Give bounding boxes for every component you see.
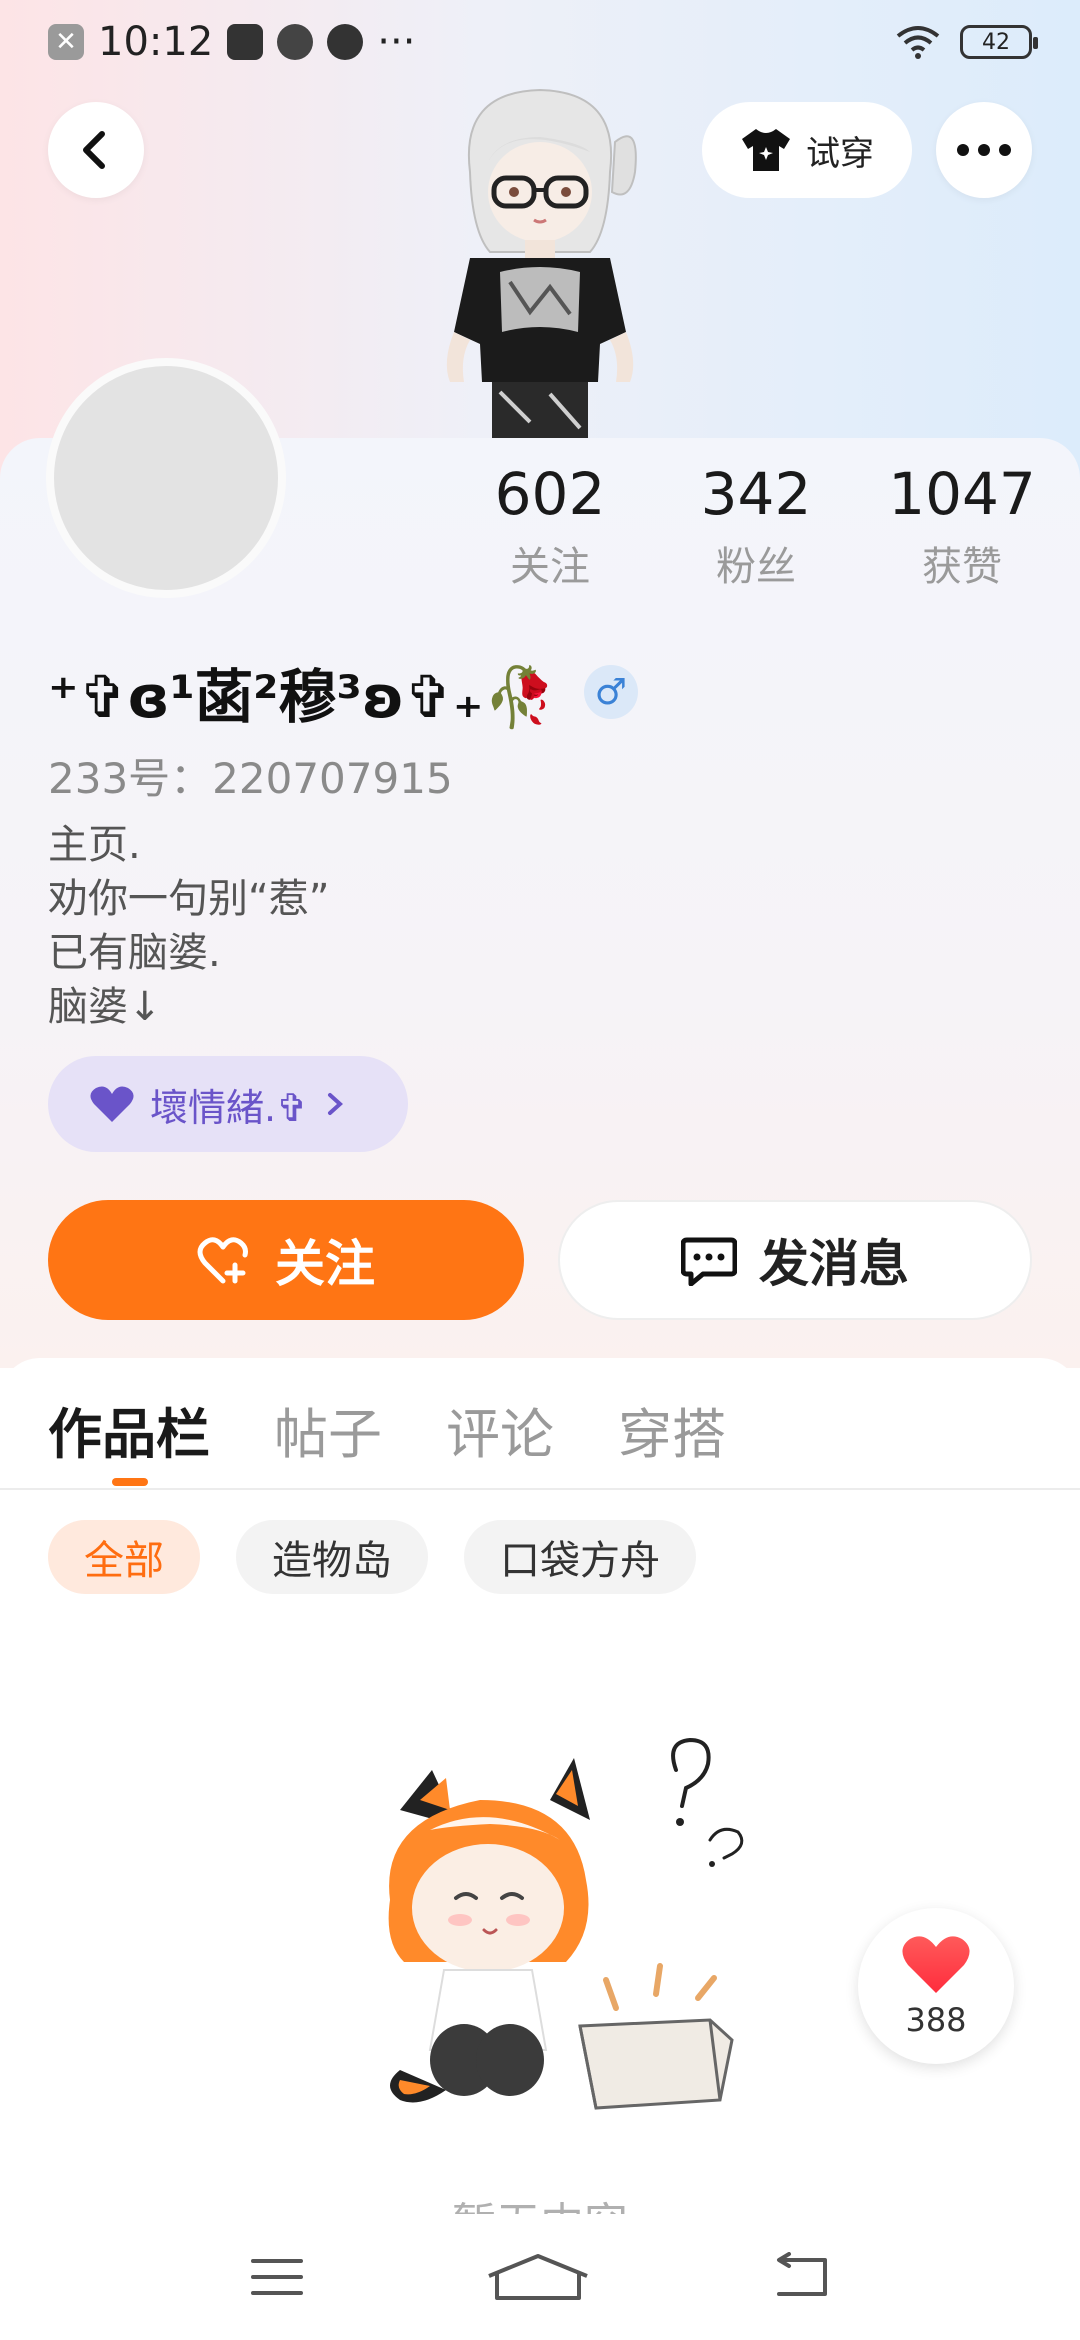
chevron-right-icon [327, 1093, 343, 1115]
back-button[interactable] [48, 102, 144, 198]
chat-bubble-icon [681, 1237, 737, 1286]
bio-line: 劝你一句别“惹” [48, 876, 330, 922]
battery-level: 42 [982, 29, 1010, 55]
followers-label: 粉丝 [716, 544, 796, 590]
tab-posts[interactable]: 帖子 [274, 1390, 382, 1469]
filter-chips: 全部 造物岛 口袋方舟 [48, 1520, 696, 1594]
bio: 主页. 劝你一句别“惹” 已有脑婆. 脑婆↓ [48, 818, 329, 1034]
likes-count: 1047 [888, 460, 1036, 528]
music-app-icon [227, 24, 264, 60]
mood-tag[interactable]: 壞情緒.✞ [48, 1056, 408, 1152]
male-gender-icon: ♂ [583, 665, 638, 719]
status-time: 10:12 [98, 19, 214, 65]
status-left: ✕ 10:12 ··· [48, 19, 415, 65]
chat-app-icon [327, 24, 364, 60]
stat-following[interactable]: 602 关注 [470, 460, 630, 592]
tab-comments[interactable]: 评论 [446, 1390, 554, 1469]
try-on-button[interactable]: 试穿 [702, 102, 912, 198]
character-avatar-image[interactable] [430, 82, 650, 442]
back-nav-icon[interactable] [771, 2252, 831, 2302]
follow-label: 关注 [275, 1235, 375, 1293]
tab-works[interactable]: 作品栏 [48, 1390, 210, 1469]
followers-count: 342 [700, 460, 812, 528]
stat-followers[interactable]: 342 粉丝 [676, 460, 836, 592]
menu-icon[interactable] [249, 2255, 305, 2299]
try-on-label: 试穿 [806, 133, 874, 174]
home-icon[interactable] [483, 2252, 593, 2302]
profile-tabs: 作品栏 帖子 评论 穿搭 [48, 1390, 726, 1469]
bio-line: 已有脑婆. [48, 930, 221, 976]
avatar[interactable] [46, 358, 286, 598]
tshirt-icon [742, 129, 790, 171]
bio-line: 脑婆↓ [48, 984, 162, 1030]
following-count: 602 [494, 460, 606, 528]
chip-pocket-ark[interactable]: 口袋方舟 [464, 1520, 696, 1594]
likes-label: 获赞 [922, 544, 1002, 590]
username-row: ⁺✞ɞ¹菡²穆³ʚ✞₊🥀 ♂ [48, 650, 638, 734]
system-nav-bar [0, 2214, 1080, 2340]
more-options-button[interactable] [936, 102, 1032, 198]
status-right: 42 [894, 24, 1038, 60]
chevron-left-icon [83, 131, 105, 169]
like-float-button[interactable]: 388 [858, 1908, 1014, 2064]
cat-app-icon [277, 24, 314, 60]
mood-tag-label: 壞情緒.✞ [150, 1085, 308, 1130]
status-bar: ✕ 10:12 ··· 42 [0, 0, 1080, 84]
bio-line: 主页. [48, 822, 141, 868]
active-tab-indicator [112, 1478, 148, 1486]
chip-all[interactable]: 全部 [48, 1520, 200, 1594]
more-dots-icon [957, 144, 1011, 156]
battery-indicator: 42 [960, 25, 1038, 59]
close-notification-icon: ✕ [48, 24, 84, 60]
heart-filled-icon [902, 1936, 970, 1993]
more-notifications-icon: ··· [377, 19, 416, 65]
follow-button[interactable]: 关注 [48, 1200, 524, 1320]
send-message-label: 发消息 [759, 1235, 909, 1293]
username: ⁺✞ɞ¹菡²穆³ʚ✞₊🥀 [48, 663, 556, 731]
like-count: 388 [905, 2001, 967, 2039]
stat-likes[interactable]: 1047 获赞 [882, 460, 1042, 592]
user-id[interactable]: 233号：220707915 [48, 745, 453, 806]
chip-creation-island[interactable]: 造物岛 [236, 1520, 428, 1594]
wifi-icon [896, 26, 940, 59]
empty-state-illustration [388, 1737, 744, 2110]
tab-outfits[interactable]: 穿搭 [618, 1390, 726, 1469]
tabs-divider [0, 1488, 1080, 1490]
following-label: 关注 [510, 544, 590, 590]
heart-icon [90, 1086, 134, 1122]
heart-plus-icon [197, 1237, 248, 1284]
send-message-button[interactable]: 发消息 [558, 1200, 1032, 1320]
